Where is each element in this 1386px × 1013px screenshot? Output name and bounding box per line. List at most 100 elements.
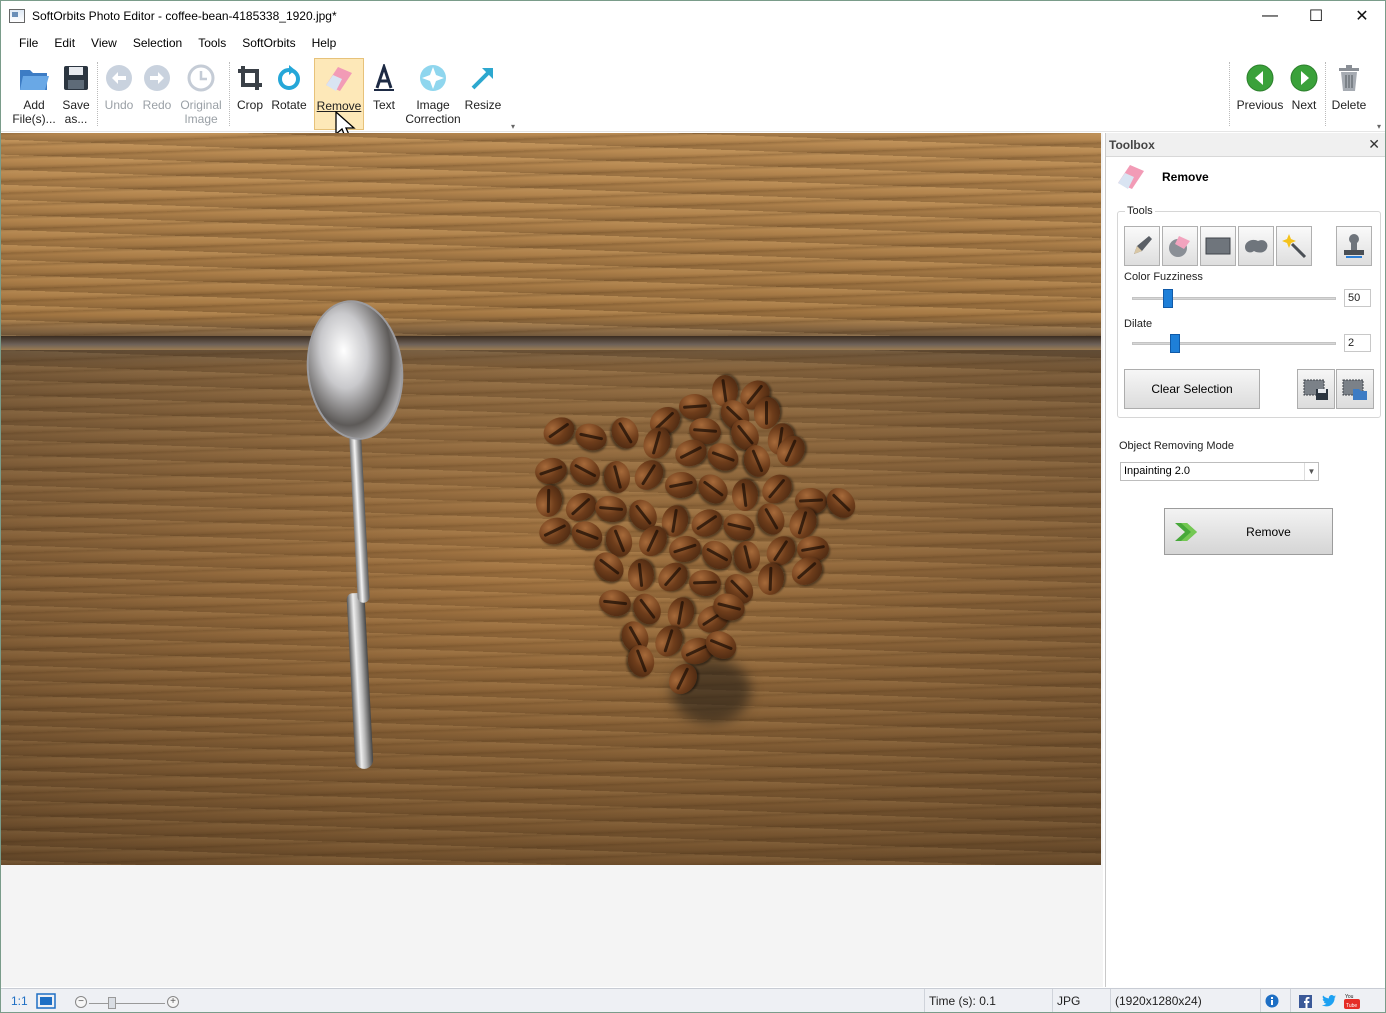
image-canvas[interactable]: [1, 133, 1103, 987]
next-button[interactable]: Next: [1287, 58, 1321, 130]
toolbox-panel: Toolbox ✕ Remove Tools Color Fuzziness 5…: [1105, 133, 1385, 987]
redo-label: Redo: [142, 98, 172, 112]
zoom-slider-track[interactable]: [89, 1003, 165, 1004]
redo-arrow-icon: [141, 62, 173, 94]
crop-button[interactable]: Crop: [232, 58, 268, 130]
previous-label: Previous: [1236, 98, 1284, 112]
ribbon-expand-icon[interactable]: ▾: [1377, 122, 1381, 131]
facebook-icon[interactable]: [1299, 994, 1312, 1008]
remove-objects-button[interactable]: Remove: [1164, 508, 1333, 555]
rotate-label: Rotate: [271, 98, 307, 112]
photo-coffee-bean: [820, 482, 862, 524]
photo-coffee-bean: [564, 451, 606, 491]
status-dimensions: (1920x1280x24): [1110, 989, 1260, 1012]
photo-coffee-bean: [628, 454, 670, 496]
dilate-value-field[interactable]: 2: [1344, 334, 1371, 352]
ribbon-toolbar: Add File(s)... Save as... Undo Redo Orig…: [1, 56, 1385, 132]
delete-button[interactable]: Delete: [1329, 58, 1369, 130]
ribbon-expand-icon[interactable]: ▾: [511, 122, 515, 131]
add-files-button[interactable]: Add File(s)...: [9, 58, 59, 130]
info-icon[interactable]: [1265, 994, 1279, 1008]
zoom-in-button[interactable]: +: [167, 996, 179, 1008]
photo-coffee-bean: [532, 455, 570, 487]
rectangle-select-tool-button[interactable]: [1200, 226, 1236, 266]
undo-button[interactable]: Undo: [101, 58, 137, 130]
pencil-tool-button[interactable]: [1124, 226, 1160, 266]
minimize-button[interactable]: —: [1247, 1, 1293, 31]
save-selection-button[interactable]: [1297, 369, 1335, 409]
clock-history-icon: [185, 62, 217, 94]
color-fuzziness-value-field[interactable]: 50: [1344, 289, 1371, 307]
menu-help[interactable]: Help: [304, 36, 345, 50]
redo-button[interactable]: Redo: [139, 58, 175, 130]
dilate-slider-thumb[interactable]: [1170, 334, 1180, 353]
open-folder-icon: [18, 62, 50, 94]
chevron-down-icon[interactable]: ▼: [1304, 463, 1318, 480]
object-removing-mode-select[interactable]: Inpainting 2.0 ▼: [1120, 462, 1319, 481]
photo-coffee-bean: [719, 509, 759, 545]
menu-edit[interactable]: Edit: [46, 36, 83, 50]
photo-wooden-table-coffee-beans[interactable]: [1, 133, 1101, 865]
ribbon-separator: [97, 62, 98, 126]
next-arrow-icon: [1288, 62, 1320, 94]
menu-softorbits[interactable]: SoftOrbits: [234, 36, 303, 50]
zoom-actual-size-button[interactable]: 1:1: [11, 994, 28, 1008]
twitter-icon[interactable]: [1322, 995, 1336, 1007]
photo-coffee-bean: [687, 568, 723, 598]
color-fuzziness-label: Color Fuzziness: [1124, 271, 1203, 283]
menu-view[interactable]: View: [83, 36, 125, 50]
ribbon-separator: [1229, 62, 1230, 126]
photo-coffee-bean: [533, 483, 565, 519]
photo-coffee-beans: [529, 374, 862, 700]
save-as-label: Save as...: [62, 98, 90, 126]
undo-arrow-icon: [103, 62, 135, 94]
text-button[interactable]: Text: [367, 58, 401, 130]
rotate-icon: [273, 62, 305, 94]
load-selection-button[interactable]: [1336, 369, 1374, 409]
previous-button[interactable]: Previous: [1235, 58, 1285, 130]
toolbox-tool-name: Remove: [1162, 170, 1209, 184]
crop-icon: [234, 62, 266, 94]
add-files-label: Add File(s)...: [12, 98, 56, 126]
lasso-icon: [1245, 239, 1268, 253]
rotate-button[interactable]: Rotate: [269, 58, 309, 130]
photo-coffee-bean: [571, 419, 611, 455]
clear-selection-label: Clear Selection: [1151, 382, 1233, 396]
photo-coffee-bean: [732, 539, 762, 575]
eraser-tool-button[interactable]: [1162, 226, 1198, 266]
menu-file[interactable]: File: [11, 36, 46, 50]
photo-coffee-bean: [652, 556, 694, 598]
toolbox-header-title: Toolbox: [1109, 138, 1155, 152]
app-icon: [9, 9, 25, 23]
svg-text:You: You: [1345, 994, 1354, 1000]
window-title: SoftOrbits Photo Editor - coffee-bean-41…: [32, 9, 337, 23]
magic-wand-tool-button[interactable]: [1276, 226, 1312, 266]
close-button[interactable]: ✕: [1339, 1, 1385, 31]
undo-label: Undo: [104, 98, 134, 112]
fit-to-window-icon[interactable]: [36, 993, 56, 1009]
zoom-out-button[interactable]: −: [75, 996, 87, 1008]
menu-selection[interactable]: Selection: [125, 36, 190, 50]
youtube-icon[interactable]: You Tube: [1344, 993, 1360, 1009]
save-as-button[interactable]: Save as...: [59, 58, 93, 130]
lasso-tool-button[interactable]: [1238, 226, 1274, 266]
zoom-slider-thumb[interactable]: [108, 997, 116, 1009]
resize-button[interactable]: Resize: [463, 58, 503, 130]
menu-bar: File Edit View Selection Tools SoftOrbit…: [1, 32, 344, 54]
next-label: Next: [1291, 98, 1317, 112]
stamp-tool-button[interactable]: [1336, 226, 1372, 266]
image-correction-button[interactable]: Image Correction: [403, 58, 463, 130]
save-selection-icon: [1303, 379, 1328, 400]
menu-tools[interactable]: Tools: [190, 36, 234, 50]
mode-selected-value: Inpainting 2.0: [1124, 465, 1191, 477]
toolbox-close-icon[interactable]: ✕: [1368, 136, 1380, 153]
trash-can-icon: [1333, 62, 1365, 94]
clear-selection-button[interactable]: Clear Selection: [1124, 369, 1260, 409]
photo-coffee-bean: [606, 413, 644, 453]
eraser-icon: [1118, 165, 1144, 189]
color-fuzziness-slider-thumb[interactable]: [1163, 289, 1173, 308]
dilate-track[interactable]: [1132, 342, 1336, 345]
window-controls: — ☐ ✕: [1247, 1, 1385, 31]
original-image-button[interactable]: Original Image: [177, 58, 225, 130]
maximize-button[interactable]: ☐: [1293, 1, 1339, 31]
